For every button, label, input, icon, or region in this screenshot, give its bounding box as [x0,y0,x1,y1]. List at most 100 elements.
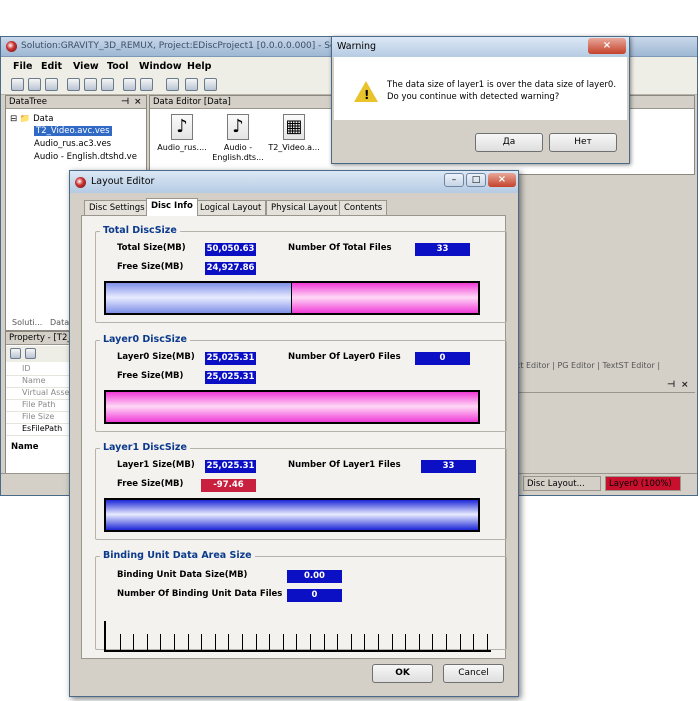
tree-item-t2-video[interactable]: T2_Video.avc.ves [34,126,112,136]
tree-item-label: T2_Video.avc.ves [36,126,110,136]
used-space-segment [106,283,292,313]
menu-view[interactable]: View [73,61,99,72]
save-icon[interactable] [45,78,58,91]
cut-icon[interactable] [67,78,80,91]
layout-editor-title: Layout Editor [91,176,155,187]
ruler-tick [391,634,393,650]
used-space-segment [106,500,478,530]
tab-contents[interactable]: Contents [339,200,388,216]
yes-button[interactable]: Да [475,133,543,152]
total-free-size-value: 24,927.86 [205,262,256,275]
ruler-tick [160,634,162,650]
file-tile-audio-rus[interactable]: ♪ Audio_rus.... [152,114,212,153]
main-window-title: Solution:GRAVITY_3D_REMUX, Project:EDisc… [21,41,341,51]
network-icon[interactable] [185,78,198,91]
menu-help[interactable]: Help [187,61,211,72]
ruler-tick [269,634,271,650]
binding-size-label: Binding Unit Data Size(MB) [117,570,248,580]
ruler-tick [323,634,325,650]
free-space-segment [106,392,478,422]
music-note-icon: ♪ [171,114,193,140]
music-note-icon: ♪ [227,114,249,140]
settings-icon[interactable] [204,78,217,91]
total-files-label: Number Of Total Files [288,243,392,253]
pin-icon[interactable]: ⊣ [121,97,129,107]
paste-icon[interactable] [101,78,114,91]
tab-disc-info[interactable]: Disc Info [146,198,198,216]
status-layer0-usage: Layer0 (100%) [605,476,681,491]
disc-info-content: Total DiscSize Total Size(MB) 50,050.63 … [81,215,507,659]
menu-window[interactable]: Window [139,61,182,72]
warning-message: The data size of layer1 is over the data… [387,79,617,103]
menu-file[interactable]: File [13,61,32,72]
tree-item-audio-english[interactable]: Audio - English.dtshd.ve [34,152,137,162]
total-discsize-title: Total DiscSize [100,225,180,236]
tree-item-audio-rus[interactable]: Audio_rus.ac3.ves [34,139,111,149]
status-disc-layout[interactable]: Disc Layout... [523,476,601,491]
film-icon: ▦ [283,114,305,140]
ok-button[interactable]: OK [372,664,433,683]
close-icon[interactable]: × [134,97,142,107]
file-tile-audio-english[interactable]: ♪ Audio - English.dts... [208,114,268,163]
minimize-icon[interactable]: – [444,173,464,187]
ruler-tick [337,634,339,650]
redo-icon[interactable] [140,78,153,91]
ruler-tick [187,634,189,650]
tree-item-label: Data [33,114,54,124]
pin-icon[interactable]: ⊣ [667,380,675,390]
datatree-header: DataTree ⊣ × [6,96,146,109]
layer1-size-label: Layer1 Size(MB) [117,460,195,470]
tab-logical-layout[interactable]: Logical Layout [195,200,267,216]
layer1-discsize-title: Layer1 DiscSize [100,442,190,453]
tab-physical-layout[interactable]: Physical Layout [266,200,343,216]
editor-tabs[interactable]: ect Editor | PG Editor | TextST Editor | [511,361,695,375]
layer0-size-label: Layer0 Size(MB) [117,352,195,362]
ruler-tick [242,634,243,650]
layout-editor-window: Layout Editor – □ × Disc Settings Disc I… [69,170,519,697]
warning-message-line2: Do you continue with detected warning? [387,92,560,102]
build-icon[interactable] [166,78,179,91]
close-icon[interactable]: × [588,38,626,54]
copy-icon[interactable] [84,78,97,91]
total-discsize-group: Total DiscSize Total Size(MB) 50,050.63 … [95,225,507,323]
cancel-button[interactable]: Cancel [443,664,504,683]
ruler-tick [119,634,121,650]
property-description-title: Name [11,442,39,452]
open-icon[interactable] [28,78,41,91]
ruler-tick [459,634,461,650]
ruler-tick [255,634,257,650]
ruler-tick [405,634,407,650]
tab-disc-settings[interactable]: Disc Settings [84,200,150,216]
layer0-free-size-label: Free Size(MB) [117,371,184,381]
layer1-usage-bar [104,498,480,532]
categorized-icon[interactable] [10,348,21,359]
ruler-tick [418,634,420,650]
layer0-usage-bar [104,390,480,424]
tree-item-data[interactable]: ⊟ 📁 Data [10,114,53,124]
file-tile-t2-video[interactable]: ▦ T2_Video.a... [264,114,324,153]
tab-solution[interactable]: Soluti... [12,318,42,327]
close-icon[interactable]: × [488,173,516,187]
ruler-tick [282,634,284,650]
new-icon[interactable] [11,78,24,91]
menu-tool[interactable]: Tool [107,61,129,72]
warning-title: Warning [337,41,377,52]
layer0-files-value: 0 [415,352,470,365]
tree-item-label: Audio - English.dtshd.ve [34,152,137,162]
menu-edit[interactable]: Edit [41,61,62,72]
no-button[interactable]: Нет [549,133,617,152]
binding-size-value: 0.00 [287,570,342,583]
binding-files-label: Number Of Binding Unit Data Files [117,589,283,599]
data-editor-title: Data Editor [Data] [153,97,231,107]
sort-az-icon[interactable] [25,348,36,359]
ruler-tick [296,634,298,650]
binding-unit-title: Binding Unit Data Area Size [100,550,255,561]
maximize-icon[interactable]: □ [466,173,486,187]
app-icon [75,177,86,188]
close-icon[interactable]: × [681,380,689,390]
tree-item-label: Audio_rus.ac3.ves [34,139,112,149]
ruler-tick [364,634,366,650]
total-files-value: 33 [415,243,470,256]
undo-icon[interactable] [123,78,136,91]
ruler-tick [214,634,216,650]
